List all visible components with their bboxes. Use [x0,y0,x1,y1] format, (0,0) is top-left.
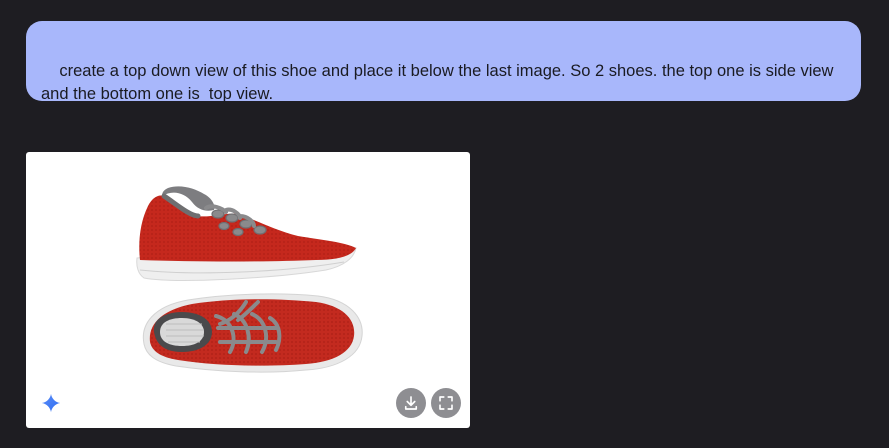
user-message-bubble: create a top down view of this shoe and … [26,21,861,103]
top-view-shoe [142,293,363,373]
gemini-sparkle-icon [41,393,61,413]
fullscreen-icon [439,396,453,410]
download-button[interactable] [396,388,426,418]
side-view-shoe [136,186,357,281]
download-icon [404,396,418,410]
fullscreen-button[interactable] [431,388,461,418]
generated-image[interactable] [26,152,470,428]
user-message-text: create a top down view of this shoe and … [41,62,839,103]
chat-thread: create a top down view of this shoe and … [0,0,889,448]
generated-image-card[interactable] [26,152,470,428]
